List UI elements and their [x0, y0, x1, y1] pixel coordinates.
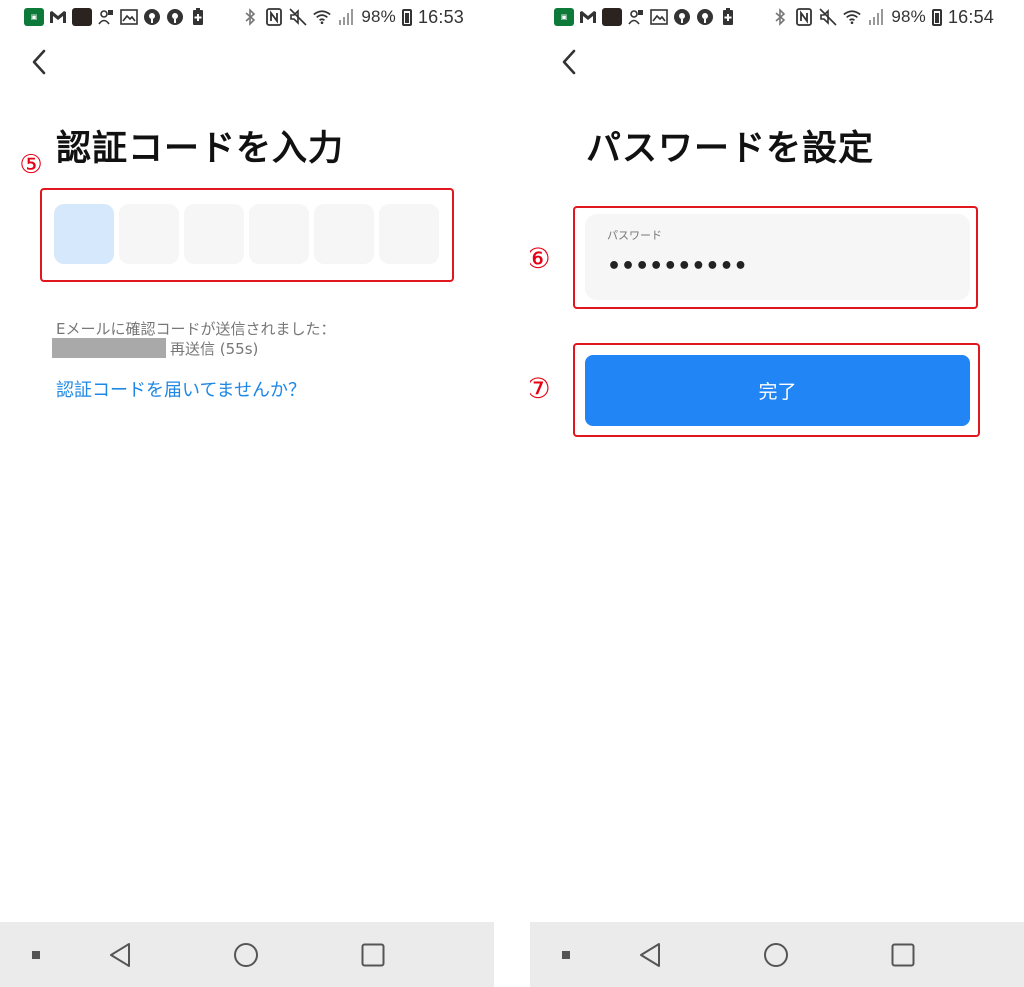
nfc-icon	[795, 8, 813, 26]
email-resend-row: 再送信 (55s)	[52, 338, 258, 358]
battery-percent: 98%	[361, 7, 396, 26]
done-button[interactable]: 完了	[585, 355, 970, 426]
mute-icon	[289, 8, 307, 26]
back-triangle-icon[interactable]	[630, 922, 670, 987]
notification-icons: ▣	[554, 6, 737, 28]
annotation-callout-5: ⑤	[10, 144, 52, 186]
photo-app-icon	[72, 8, 92, 26]
recent-dot-icon[interactable]	[552, 922, 580, 987]
navigation-bar	[530, 922, 1024, 987]
wifi-icon	[843, 8, 862, 26]
code-digit-box[interactable]	[314, 204, 374, 264]
image-icon	[650, 8, 668, 26]
vpn-icon	[673, 8, 691, 26]
code-digit-box[interactable]	[54, 204, 114, 264]
chevron-left-icon	[32, 49, 46, 75]
vpn-icon	[143, 8, 161, 26]
annotation-callout-7: ⑦	[530, 366, 560, 410]
code-digit-box[interactable]	[119, 204, 179, 264]
battery-saver-icon	[719, 8, 737, 26]
bluetooth-icon	[771, 8, 789, 26]
back-button[interactable]	[554, 46, 584, 78]
code-digit-box[interactable]	[249, 204, 309, 264]
battery-saver-icon	[189, 8, 207, 26]
nfc-icon	[265, 8, 283, 26]
signal-icon	[337, 8, 355, 26]
overview-square-icon[interactable]	[353, 922, 393, 987]
notification-icons: ▣	[24, 6, 207, 28]
app-icon: ▣	[554, 8, 574, 26]
photo-app-icon	[602, 8, 622, 26]
code-digit-box[interactable]	[184, 204, 244, 264]
gmail-icon	[49, 8, 67, 26]
back-triangle-icon[interactable]	[100, 922, 140, 987]
image-icon	[120, 8, 138, 26]
clock: 16:54	[947, 6, 994, 27]
overview-square-icon[interactable]	[883, 922, 923, 987]
home-circle-icon[interactable]	[756, 922, 796, 987]
page-title: 認証コードを入力	[56, 129, 345, 169]
system-icons: 98% 16:54	[771, 5, 994, 29]
password-label: パスワード	[607, 229, 662, 242]
person-lock-icon	[627, 8, 645, 26]
vpn-icon	[696, 8, 714, 26]
verification-code-screen: ▣ 98% 16:53 ⑤ 認証コードを入力 Eメールに確認コードが送信されまし…	[0, 0, 494, 987]
annotation-callout-6: ⑥	[530, 236, 560, 280]
person-lock-icon	[97, 8, 115, 26]
mute-icon	[819, 8, 837, 26]
bluetooth-icon	[241, 8, 259, 26]
page-title: パスワードを設定	[586, 129, 875, 169]
battery-icon	[401, 8, 412, 26]
set-password-screen: ▣ 98% 16:54 パスワードを設定 ⑥ パスワード •••••••••• …	[530, 0, 1024, 987]
resend-countdown[interactable]: 再送信 (55s)	[170, 338, 258, 359]
status-bar: ▣	[530, 0, 1024, 34]
gmail-icon	[579, 8, 597, 26]
battery-percent: 98%	[891, 7, 926, 26]
navigation-bar	[0, 922, 494, 987]
code-digit-box[interactable]	[379, 204, 439, 264]
back-button[interactable]	[24, 46, 54, 78]
password-input[interactable]: ••••••••••	[607, 254, 748, 279]
vpn-icon	[166, 8, 184, 26]
email-sent-message: Eメールに確認コードが送信されました：	[56, 320, 336, 338]
clock: 16:53	[417, 6, 464, 27]
system-icons: 98% 16:53	[241, 5, 464, 29]
app-icon: ▣	[24, 8, 44, 26]
chevron-left-icon	[562, 49, 576, 75]
verification-code-input[interactable]	[54, 204, 439, 264]
wifi-icon	[313, 8, 332, 26]
home-circle-icon[interactable]	[226, 922, 266, 987]
battery-icon	[931, 8, 942, 26]
signal-icon	[867, 8, 885, 26]
status-bar: ▣	[0, 0, 494, 34]
redacted-email	[52, 338, 166, 358]
password-field[interactable]: パスワード ••••••••••	[585, 214, 970, 300]
code-not-received-link[interactable]: 認証コードを届いてませんか？	[56, 376, 306, 402]
recent-dot-icon[interactable]	[22, 922, 50, 987]
